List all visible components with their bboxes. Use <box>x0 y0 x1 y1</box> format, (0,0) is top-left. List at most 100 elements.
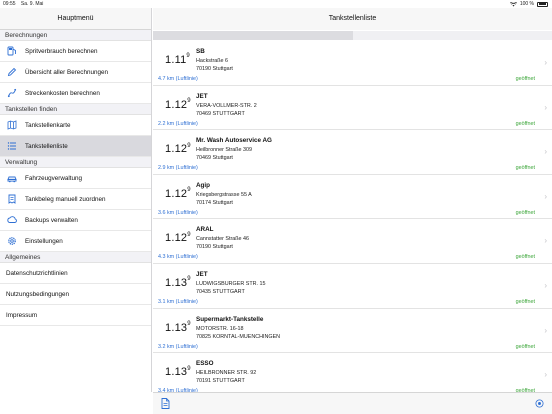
station-city: 70825 KORNTAL-MUENCHINGEN <box>196 333 281 340</box>
route-icon <box>6 88 17 99</box>
station-brand: ESSO <box>196 360 214 368</box>
sidebar-item-tankbeleg[interactable]: Tankbeleg manuell zuordnen <box>0 189 151 210</box>
station-price: 1.139 <box>165 276 191 289</box>
gear-icon <box>6 236 17 247</box>
sidebar-title: Hauptmenü <box>0 8 151 30</box>
station-row[interactable]: 1.119 SB Hackstraße 6 70190 Stuttgart 4.7 km… <box>153 41 552 86</box>
chevron-right-icon: › <box>544 147 547 157</box>
chevron-right-icon: › <box>544 191 547 201</box>
station-brand: Agip <box>196 181 210 189</box>
station-brand: ARAL <box>196 226 214 234</box>
wifi-icon <box>509 1 517 6</box>
sidebar: Hauptmenü Berechnungen Spritverbrauch be… <box>0 8 152 414</box>
battery-icon <box>537 1 548 7</box>
station-status: geöffnet <box>515 120 535 127</box>
sidebar-item-fahrzeugverwaltung[interactable]: Fahrzeugverwaltung <box>0 168 151 189</box>
station-price: 1.129 <box>165 97 191 111</box>
chevron-right-icon: › <box>544 236 547 246</box>
station-price: 1.129 <box>165 231 191 245</box>
receipt-icon <box>6 194 17 205</box>
sidebar-item-datenschutz[interactable]: Datenschutzrichtlinien <box>0 263 151 284</box>
station-row[interactable]: 1.129 JET VERA-VOLLMER-STR. 2 70469 STUTTGA… <box>153 86 552 131</box>
sidebar-item-label: Tankstellenliste <box>25 142 68 150</box>
section-verwaltung: Verwaltung <box>0 157 151 168</box>
station-brand: Supermarkt-Tankstelle <box>196 315 264 323</box>
car-icon <box>6 173 17 184</box>
sidebar-item-label: Übersicht aller Berechnungen <box>25 68 108 76</box>
station-row[interactable]: 1.129 ARAL Cannstatter Straße 46 70190 Stut… <box>153 219 552 264</box>
station-distance: 3.6 km (Luftlinie) <box>158 209 198 216</box>
list-icon <box>6 141 17 152</box>
station-distance: 4.3 km (Luftlinie) <box>158 254 198 261</box>
station-row[interactable]: 1.139 JET LUDWIGSBURGER STR. 15 70435 STUTT… <box>153 264 552 309</box>
station-street: MOTORSTR. 16-18 <box>196 325 244 332</box>
loading-progress-bar <box>153 30 552 40</box>
station-street: LUDWIGSBURGER STR. 15 <box>196 280 266 287</box>
sidebar-item-uebersicht[interactable]: Übersicht aller Berechnungen <box>0 62 151 83</box>
station-row[interactable]: 1.129 Agip Kriegsbergstrasse 55 A 70174 Stu… <box>153 175 552 220</box>
status-time: 09:55 <box>3 1 16 7</box>
progress-fill <box>153 31 353 40</box>
station-city: 70469 Stuttgart <box>196 155 233 162</box>
chevron-right-icon: › <box>544 58 547 67</box>
sidebar-item-tankstellenliste[interactable]: Tankstellenliste <box>0 136 151 157</box>
page-title: Tankstellenliste <box>153 8 552 30</box>
chevron-right-icon: › <box>544 280 547 290</box>
sidebar-item-label: Tankstellenkarte <box>25 121 71 129</box>
station-status: geöffnet <box>515 343 535 350</box>
station-brand: Mr. Wash Autoservice AG <box>196 137 272 145</box>
station-price: 1.139 <box>165 365 191 379</box>
station-distance: 4.7 km (Luftlinie) <box>158 76 198 82</box>
station-distance: 3.1 km (Luftlinie) <box>158 298 198 305</box>
sidebar-item-label: Einstellungen <box>25 237 63 245</box>
station-row[interactable]: 1.139 Supermarkt-Tankstelle MOTORSTR. 16-1… <box>153 309 552 354</box>
chevron-right-icon: › <box>544 102 547 112</box>
station-brand: JET <box>196 270 208 278</box>
sidebar-item-impressum[interactable]: Impressum <box>0 305 151 326</box>
location-icon[interactable] <box>535 399 544 408</box>
station-distance: 3.2 km (Luftlinie) <box>158 343 198 350</box>
station-status: geöffnet <box>515 165 535 172</box>
sidebar-item-einstellungen[interactable]: Einstellungen <box>0 231 151 252</box>
section-allgemeines: Allgemeines <box>0 252 151 263</box>
sidebar-item-spritverbrauch[interactable]: Spritverbrauch berechnen <box>0 41 151 62</box>
chevron-right-icon: › <box>544 370 547 380</box>
station-price: 1.119 <box>165 53 190 66</box>
station-status: geöffnet <box>515 298 535 305</box>
section-tankstellen: Tankstellen finden <box>0 104 151 115</box>
station-street: HEILBRONNER STR. 92 <box>196 370 257 377</box>
station-price: 1.129 <box>165 187 191 200</box>
station-city: 70190 Stuttgart <box>196 66 233 72</box>
station-status: geöffnet <box>515 254 535 261</box>
station-street: Hackstraße 6 <box>196 58 229 64</box>
station-city: 70174 Stuttgart <box>196 199 233 206</box>
sidebar-item-nutzungsbedingungen[interactable]: Nutzungsbedingungen <box>0 284 151 305</box>
pen-icon <box>6 67 17 78</box>
station-list: 1.119 SB Hackstraße 6 70190 Stuttgart 4.7 km… <box>153 41 552 398</box>
document-icon[interactable] <box>161 398 170 409</box>
station-city: 70435 STUTTGART <box>196 288 245 295</box>
sidebar-item-label: Tankbeleg manuell zuordnen <box>25 195 106 203</box>
station-city: 70469 STUTTGART <box>196 110 245 117</box>
sidebar-item-tankstellenkarte[interactable]: Tankstellenkarte <box>0 115 151 136</box>
map-icon <box>6 120 17 131</box>
section-berechnungen: Berechnungen <box>0 30 151 41</box>
chevron-right-icon: › <box>544 325 547 335</box>
station-city: 70190 Stuttgart <box>196 244 233 251</box>
station-street: Cannstatter Straße 46 <box>196 236 250 243</box>
station-distance: 2.2 km (Luftlinie) <box>158 120 198 127</box>
sidebar-footer <box>0 392 152 414</box>
station-status: geöffnet <box>515 76 535 82</box>
status-date: Sa. 9. Mai <box>20 1 44 7</box>
sidebar-item-label: Backups verwalten <box>25 216 78 224</box>
sidebar-item-backups[interactable]: Backups verwalten <box>0 210 151 231</box>
station-status: geöffnet <box>515 209 535 216</box>
sidebar-item-label: Spritverbrauch berechnen <box>25 47 98 55</box>
station-price: 1.139 <box>165 320 191 334</box>
battery-percent: 100 % <box>519 1 534 7</box>
station-street: VERA-VOLLMER-STR. 2 <box>196 102 257 109</box>
status-bar: 09:55 Sa. 9. Mai 100 % <box>0 0 552 8</box>
fuel-consumption-icon <box>6 46 17 57</box>
sidebar-item-streckenkosten[interactable]: Streckenkosten berechnen <box>0 83 151 104</box>
station-row[interactable]: 1.129 Mr. Wash Autoservice AG Heilbronner … <box>153 130 552 175</box>
